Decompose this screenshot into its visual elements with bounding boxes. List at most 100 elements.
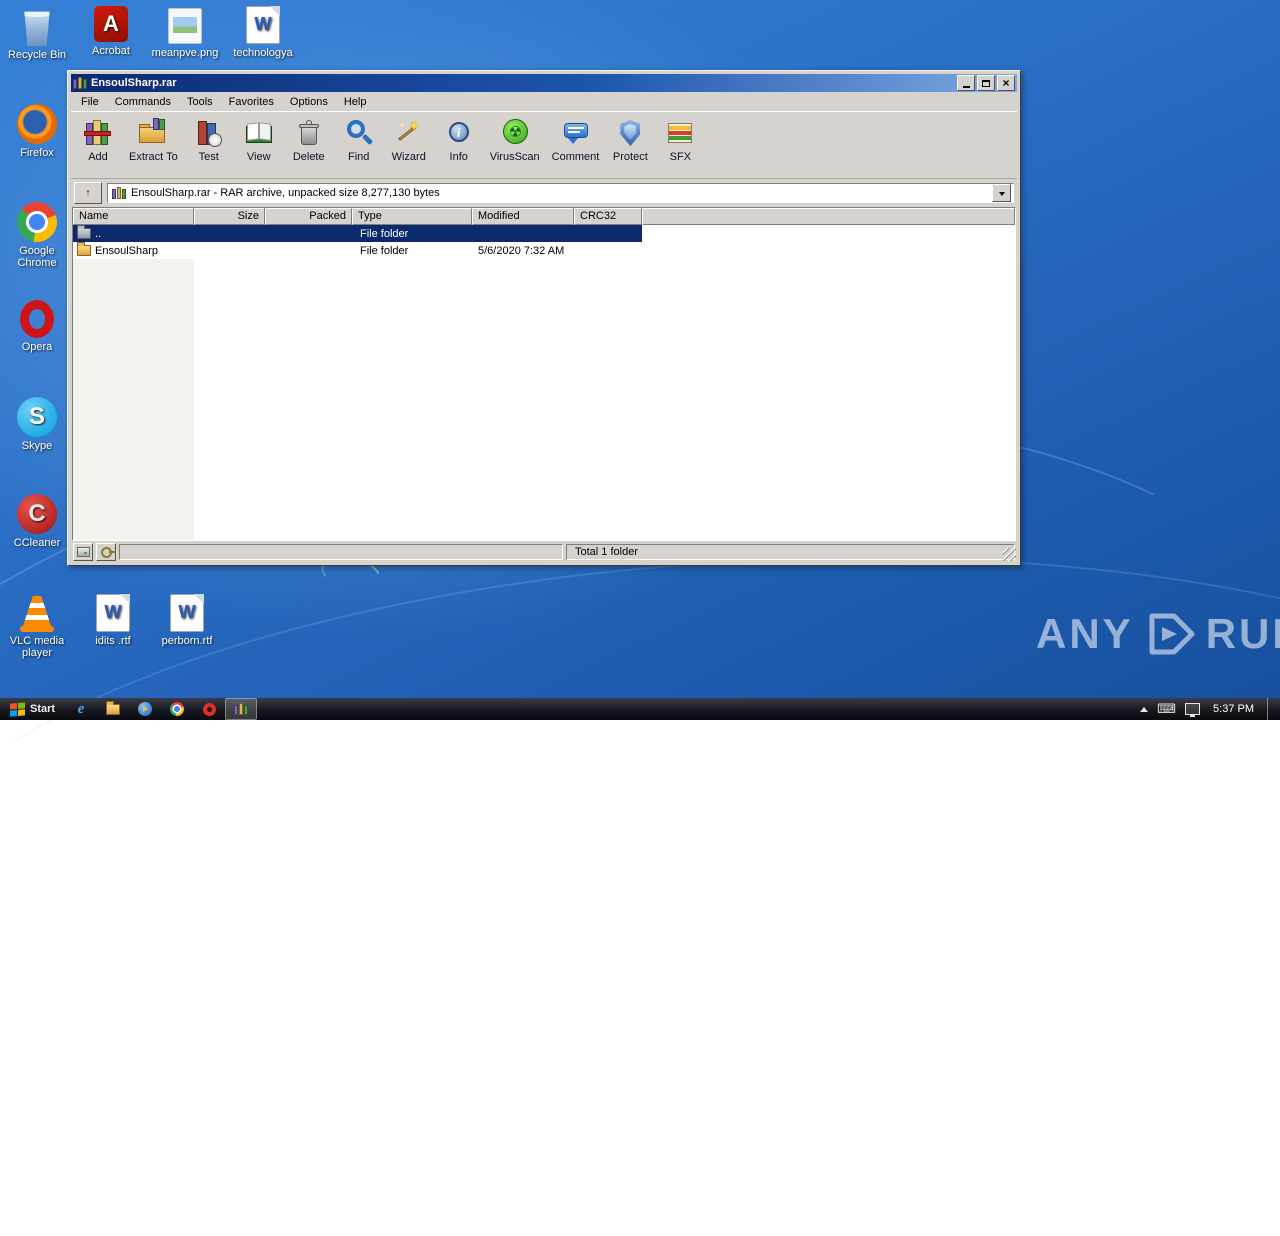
archive-address-combobox[interactable]: EnsoulSharp.rar - RAR archive, unpacked … [107,183,1014,203]
desktop-icon-acrobat[interactable]: Acrobat [74,6,148,57]
column-header-packed[interactable]: Packed [265,208,352,225]
winrar-archive-icon [112,187,126,199]
icon-label: CCleaner [0,537,74,549]
titlebar[interactable]: EnsoulSharp.rar [71,74,1017,92]
menu-options[interactable]: Options [282,94,336,110]
taskbar-winrar-active[interactable] [225,698,257,720]
icon-label: meanpve.png [148,47,222,59]
delete-button[interactable]: Delete [284,114,334,165]
taskbar-clock[interactable]: 5:37 PM [1209,703,1258,715]
toolbar: Add Extract To Test View Delete Find Wiz… [71,111,1017,179]
desktop-icon-meanpve[interactable]: meanpve.png [148,8,222,59]
icon-label: VLC media player [0,635,74,659]
protect-button[interactable]: Protect [605,114,655,165]
column-header-size[interactable]: Size [194,208,265,225]
winrar-app-icon [73,77,87,89]
file-list: Name Size Packed Type Modified CRC32 .. … [72,207,1016,541]
status-total-text: Total 1 folder [575,546,638,558]
desktop-icon-firefox[interactable]: Firefox [0,104,74,159]
network-status-icon[interactable] [1185,703,1200,715]
close-button[interactable] [997,75,1015,91]
shield-icon [614,117,646,149]
info-button[interactable]: Info [434,114,484,165]
close-icon [1002,77,1009,89]
explorer-folder-icon [106,704,120,715]
address-dropdown-button[interactable] [992,184,1011,202]
view-button[interactable]: View [234,114,284,165]
vlc-icon [20,596,54,632]
column-header-crc32[interactable]: CRC32 [574,208,642,225]
file-type: File folder [352,245,472,257]
address-row: EnsoulSharp.rar - RAR archive, unpacked … [71,179,1017,207]
show-desktop-button[interactable] [1267,698,1277,720]
menu-help[interactable]: Help [336,94,375,110]
minimize-button[interactable] [957,75,975,91]
desktop-icon-vlc[interactable]: VLC media player [0,596,74,659]
desktop-icon-perborn-rtf[interactable]: perborn.rtf [150,594,224,647]
list-left-band [73,259,194,540]
maximize-icon [982,80,990,87]
word-document-icon [96,594,130,632]
virusscan-button[interactable]: VirusScan [484,114,546,165]
watermark-text-run: RUN [1206,610,1280,658]
anyrun-watermark: ANY RUN [1036,610,1280,658]
watermark-text-any: ANY [1036,610,1134,658]
resize-grip[interactable] [1003,548,1016,561]
comment-button[interactable]: Comment [546,114,606,165]
icon-label: Opera [0,341,74,353]
comment-bubble-icon [560,117,592,149]
file-name: .. [95,228,101,240]
column-header-type[interactable]: Type [352,208,472,225]
taskbar-explorer[interactable] [97,698,129,720]
wizard-button[interactable]: Wizard [384,114,434,165]
status-panel-total: Total 1 folder [566,544,1015,560]
taskbar: Start 5:37 PM [0,698,1280,720]
word-document-icon [170,594,204,632]
add-button[interactable]: Add [73,114,123,165]
test-button[interactable]: Test [184,114,234,165]
folder-icon [77,245,91,256]
desktop-icon-technologya[interactable]: technologya [226,6,300,59]
taskbar-opera[interactable] [193,698,225,720]
desktop-icon-idits-rtf[interactable]: idits .rtf [76,594,150,647]
ccleaner-icon [17,494,57,534]
desktop-icon-ccleaner[interactable]: CCleaner [0,494,74,549]
sfx-package-icon [664,117,696,149]
start-button[interactable]: Start [0,698,65,720]
key-button[interactable] [96,543,116,561]
drive-button[interactable] [73,543,93,561]
archive-address-text: EnsoulSharp.rar - RAR archive, unpacked … [131,187,987,199]
taskbar-chrome[interactable] [161,698,193,720]
file-type: File folder [352,228,472,240]
desktop-icon-opera[interactable]: Opera [0,300,74,353]
file-row-updir[interactable]: .. File folder [73,225,1015,242]
taskbar-media-player[interactable] [129,698,161,720]
maximize-button[interactable] [977,75,995,91]
menu-bar: File Commands Tools Favorites Options He… [71,92,1017,111]
test-archive-icon [193,117,225,149]
menu-tools[interactable]: Tools [179,94,221,110]
menu-favorites[interactable]: Favorites [221,94,282,110]
keyboard-layout-icon[interactable] [1157,701,1176,717]
find-button[interactable]: Find [334,114,384,165]
icon-label: Skype [0,440,74,452]
extract-to-button[interactable]: Extract To [123,114,184,165]
up-directory-button[interactable] [74,182,102,204]
menu-file[interactable]: File [73,94,107,110]
sfx-button[interactable]: SFX [655,114,705,165]
column-header-name[interactable]: Name [73,208,194,225]
desktop-icon-skype[interactable]: Skype [0,397,74,452]
desktop-icon-recycle-bin[interactable]: Recycle Bin [0,8,74,61]
desktop-icon-chrome[interactable]: Google Chrome [0,202,74,269]
file-name: EnsoulSharp [95,245,158,257]
column-header-modified[interactable]: Modified [472,208,574,225]
menu-commands[interactable]: Commands [107,94,179,110]
icon-label: perborn.rtf [150,635,224,647]
window-title: EnsoulSharp.rar [91,77,953,89]
icon-label: Recycle Bin [0,49,74,61]
start-label: Start [30,703,55,715]
hidden-icons-chevron[interactable] [1140,703,1148,712]
file-row-ensoulsharp[interactable]: EnsoulSharp File folder 5/6/2020 7:32 AM [73,242,1015,259]
taskbar-internet-explorer[interactable] [65,698,97,720]
icon-label: idits .rtf [76,635,150,647]
